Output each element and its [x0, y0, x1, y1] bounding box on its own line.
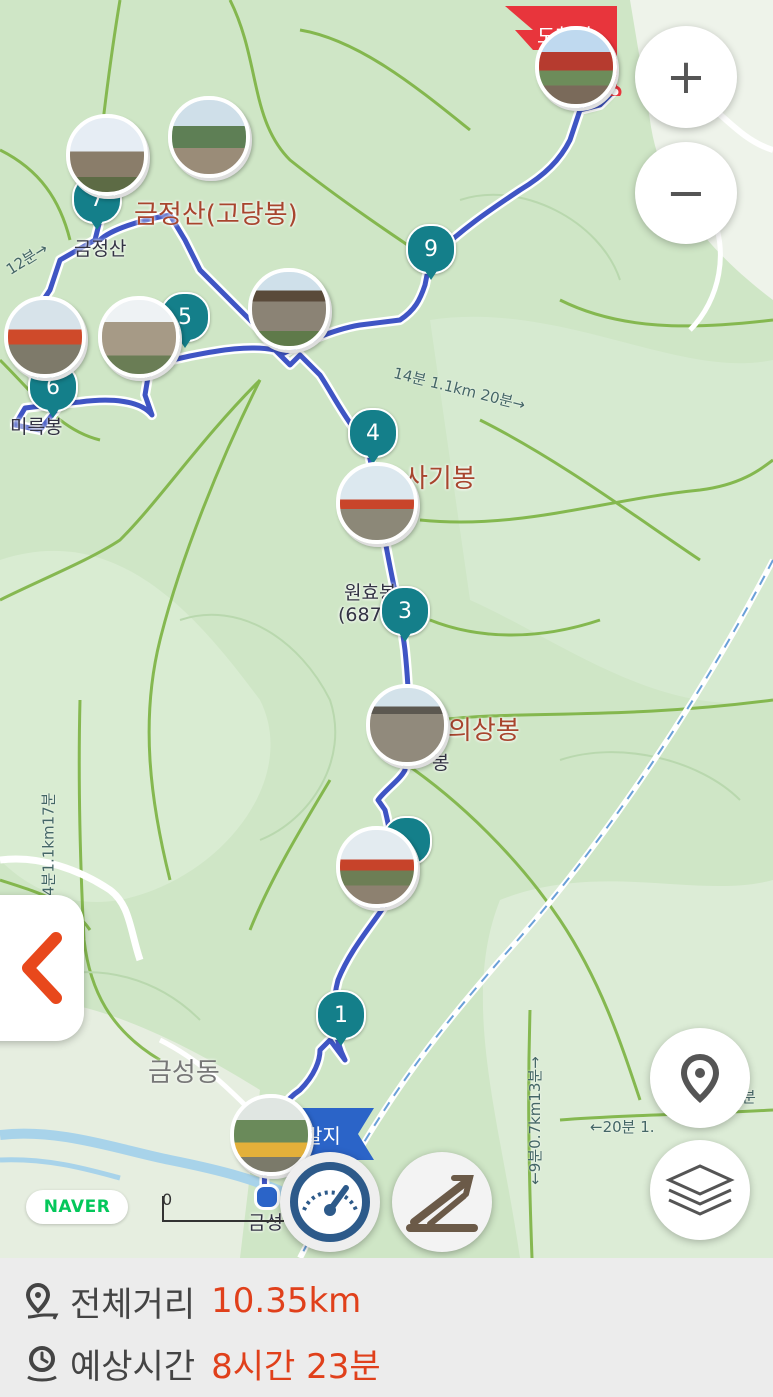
- layers-icon: [665, 1164, 735, 1216]
- photo-marker-gojangbong[interactable]: [168, 96, 250, 178]
- waypoint-pin-3[interactable]: 3: [380, 586, 430, 642]
- place-label-uisangbong[interactable]: 의상봉: [448, 710, 520, 747]
- scale-zero-label: 0: [162, 1190, 173, 1209]
- back-chevron-icon: [22, 932, 62, 1004]
- waypoint-pin-4[interactable]: 4: [348, 408, 398, 464]
- speed-gauge-button[interactable]: [280, 1152, 380, 1252]
- photo-marker-2[interactable]: [336, 826, 418, 908]
- map-view[interactable]: 금정산(고당봉) 금정산 사기봉 원효봉 (687 의상봉 봉 미륵봉 금성동 …: [0, 0, 773, 1258]
- distance-icon: [25, 1282, 59, 1320]
- map-layers-button[interactable]: [650, 1140, 750, 1240]
- location-pin-icon: [680, 1053, 720, 1103]
- time-value: 8시간 23분: [211, 1346, 381, 1387]
- slope-button[interactable]: [392, 1152, 492, 1252]
- place-label-geumseongdong[interactable]: 금성동: [148, 1052, 220, 1089]
- zoom-in-icon: +: [665, 49, 707, 105]
- photo-marker-rock[interactable]: [98, 296, 180, 378]
- map-scale-bar: 0: [162, 1190, 284, 1222]
- zoom-out-icon: −: [665, 165, 707, 221]
- time-row: 예상시간 8시간 23분: [24, 1338, 381, 1388]
- photo-marker-7[interactable]: [66, 114, 148, 196]
- photo-marker-gate[interactable]: [248, 268, 330, 350]
- zoom-out-button[interactable]: −: [635, 142, 737, 244]
- photo-marker-end[interactable]: [535, 26, 617, 108]
- my-location-button[interactable]: [650, 1028, 750, 1128]
- place-label-geumjeongsan[interactable]: 금정산: [74, 234, 126, 261]
- trail-time-label: ↑4분1.1km17분: [39, 792, 58, 909]
- waypoint-pin-9[interactable]: 9: [406, 224, 456, 280]
- place-label-wonhyobong-elevation: (687: [338, 604, 382, 626]
- trail-time-label: ←20분 1.: [590, 1118, 655, 1136]
- back-button[interactable]: [0, 895, 84, 1041]
- speed-gauge-icon: [290, 1162, 370, 1242]
- photo-marker-uisangbong[interactable]: [366, 684, 448, 766]
- slope-icon: [406, 1175, 478, 1232]
- waypoint-pin-1[interactable]: 1: [316, 990, 366, 1046]
- distance-row: 전체거리 10.35km: [24, 1276, 361, 1326]
- photo-marker-4[interactable]: [336, 462, 418, 544]
- naver-logo-badge: NAVER: [26, 1190, 128, 1224]
- route-info-panel: 전체거리 10.35km 예상시간 8시간 23분: [0, 1258, 773, 1397]
- time-icon: [27, 1346, 57, 1382]
- distance-value: 10.35km: [211, 1281, 362, 1321]
- time-label: 예상시간: [70, 1346, 196, 1387]
- distance-label: 전체거리: [70, 1284, 196, 1325]
- trail-time-label: ←9분0.7km13분→: [525, 1056, 544, 1185]
- zoom-in-button[interactable]: +: [635, 26, 737, 128]
- place-label-gojangbong[interactable]: 금정산(고당봉): [134, 194, 298, 231]
- photo-marker-6[interactable]: [4, 296, 86, 378]
